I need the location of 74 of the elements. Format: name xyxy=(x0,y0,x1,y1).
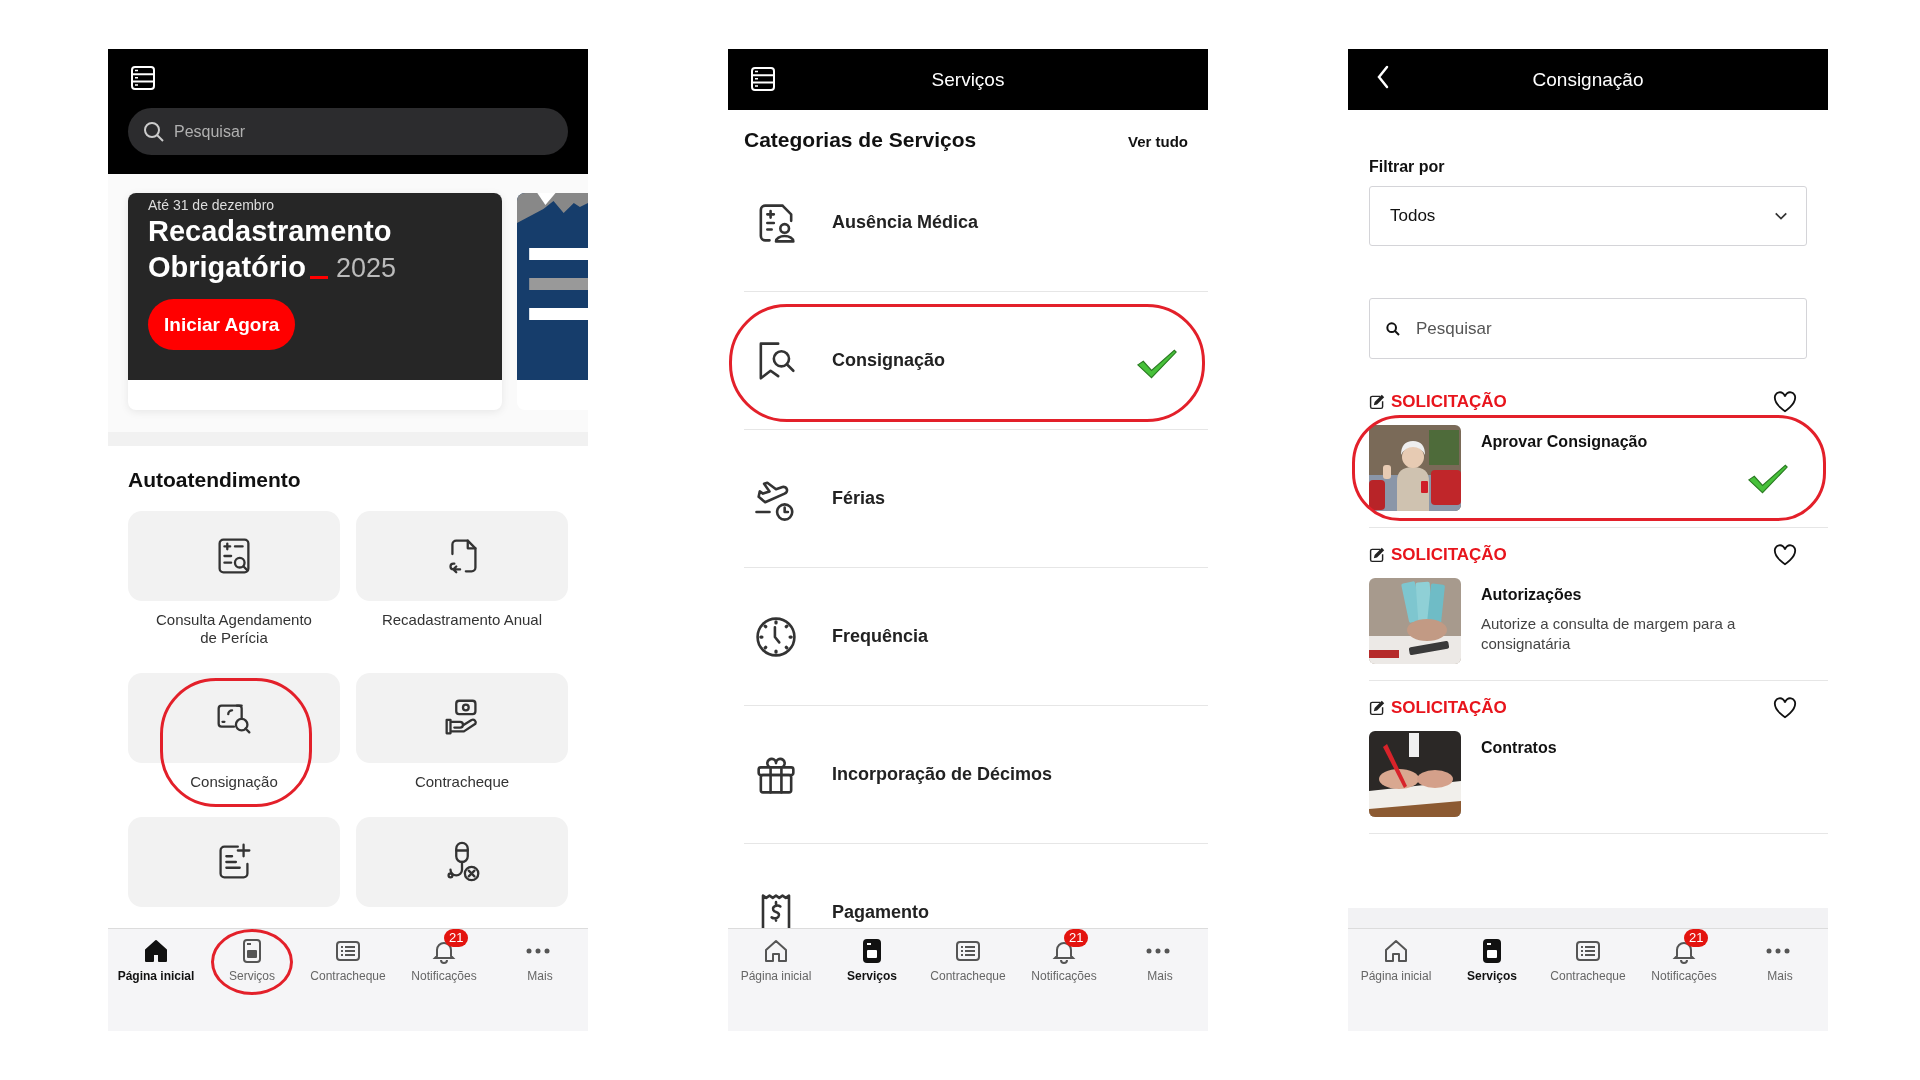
tab[interactable]: Serviços xyxy=(229,929,275,983)
category-row[interactable]: Férias xyxy=(744,430,1208,568)
accent-bar xyxy=(309,276,328,279)
see-all-link[interactable]: Ver tudo xyxy=(1128,133,1188,150)
more-icon xyxy=(1146,948,1170,954)
tab[interactable]: Serviços xyxy=(846,929,897,983)
edit-icon xyxy=(1369,394,1385,410)
tab[interactable]: Página inicial xyxy=(740,929,812,983)
more-icon xyxy=(1766,948,1790,954)
item-title[interactable]: Autorizações xyxy=(1481,586,1797,604)
edit-icon xyxy=(1369,700,1385,716)
tab[interactable]: Mais xyxy=(1146,929,1174,983)
banner-card[interactable]: Até 31 de dezembro Recadastramento Obrigatório 2025 Iniciar Agora xyxy=(128,193,502,410)
tile-label: Recadastramento Anual xyxy=(380,611,544,629)
chevron-down-icon xyxy=(1774,211,1788,221)
item-title[interactable]: Aprovar Consignação xyxy=(1481,433,1648,451)
category-row[interactable]: Incorporação de Décimos xyxy=(744,706,1208,844)
tab[interactable]: 21 Notificações xyxy=(411,929,477,983)
category-tag: SOLICITAÇÃO xyxy=(1391,545,1767,565)
service-tile[interactable] xyxy=(356,511,568,601)
tab[interactable]: 21 Notificações xyxy=(1651,929,1717,983)
notification-badge: 21 xyxy=(1064,929,1089,947)
category-tag: SOLICITAÇÃO xyxy=(1391,698,1767,718)
banner-title: Obrigatório xyxy=(148,250,306,285)
tab[interactable]: Página inicial xyxy=(1360,929,1432,983)
heart-icon[interactable] xyxy=(1773,544,1797,566)
banner-title: Recadastramento xyxy=(148,214,392,249)
tab[interactable]: Contracheque xyxy=(310,929,386,983)
filter-label: Filtrar por xyxy=(1369,158,1446,176)
more-icon xyxy=(526,948,550,954)
search-icon xyxy=(1385,321,1401,337)
screen-title: Consignação xyxy=(1532,68,1644,91)
tab[interactable]: Mais xyxy=(1766,929,1794,983)
home-icon xyxy=(762,937,790,965)
home-icon xyxy=(142,937,170,965)
search-icon xyxy=(142,120,166,144)
category-row[interactable]: Ausência Médica xyxy=(744,154,1208,292)
banner-year: 2025 xyxy=(335,252,396,285)
heart-icon[interactable] xyxy=(1773,391,1797,413)
search-field[interactable]: Pesquisar xyxy=(128,108,568,155)
service-tile[interactable] xyxy=(356,673,568,763)
tab[interactable]: Página inicial xyxy=(117,929,195,983)
notification-badge: 21 xyxy=(1684,929,1709,947)
tab[interactable]: Serviços xyxy=(1466,929,1517,983)
tile-label: Contracheque xyxy=(413,773,511,791)
category-tag: SOLICITAÇÃO xyxy=(1391,392,1767,412)
menu-icon[interactable] xyxy=(130,65,156,91)
service-tile[interactable] xyxy=(128,817,340,907)
tile-label: Consulta Agendamento de Perícia xyxy=(155,611,313,647)
tab[interactable]: 21 Notificações xyxy=(1031,929,1097,983)
search-field[interactable]: Pesquisar xyxy=(1369,298,1807,359)
start-button[interactable]: Iniciar Agora xyxy=(148,299,296,350)
tab[interactable]: Contracheque xyxy=(1550,929,1626,983)
section-title: Categorias de Serviços xyxy=(744,128,977,152)
section-title: Autoatendimento xyxy=(128,468,302,492)
tab[interactable]: Contracheque xyxy=(930,929,1006,983)
tab[interactable]: Mais xyxy=(526,929,554,983)
home-icon xyxy=(1382,937,1410,965)
category-row[interactable]: Consignação xyxy=(744,292,1208,430)
category-row[interactable]: Frequência xyxy=(744,568,1208,706)
edit-icon xyxy=(1369,547,1385,563)
tile-label: Consignação xyxy=(189,773,279,791)
heart-icon[interactable] xyxy=(1773,697,1797,719)
menu-icon[interactable] xyxy=(750,66,776,92)
service-tile[interactable] xyxy=(356,817,568,907)
screen-title: Serviços xyxy=(931,68,1005,91)
item-description: Autorize a consulta de margem para a consignatária xyxy=(1481,614,1737,654)
back-icon[interactable] xyxy=(1376,65,1390,89)
item-title[interactable]: Contratos xyxy=(1481,739,1557,757)
notification-badge: 21 xyxy=(444,929,469,947)
banner-date: Até 31 de dezembro xyxy=(148,197,275,213)
service-tile[interactable] xyxy=(128,673,340,763)
filter-dropdown[interactable]: Todos xyxy=(1369,186,1807,246)
service-tile[interactable] xyxy=(128,511,340,601)
